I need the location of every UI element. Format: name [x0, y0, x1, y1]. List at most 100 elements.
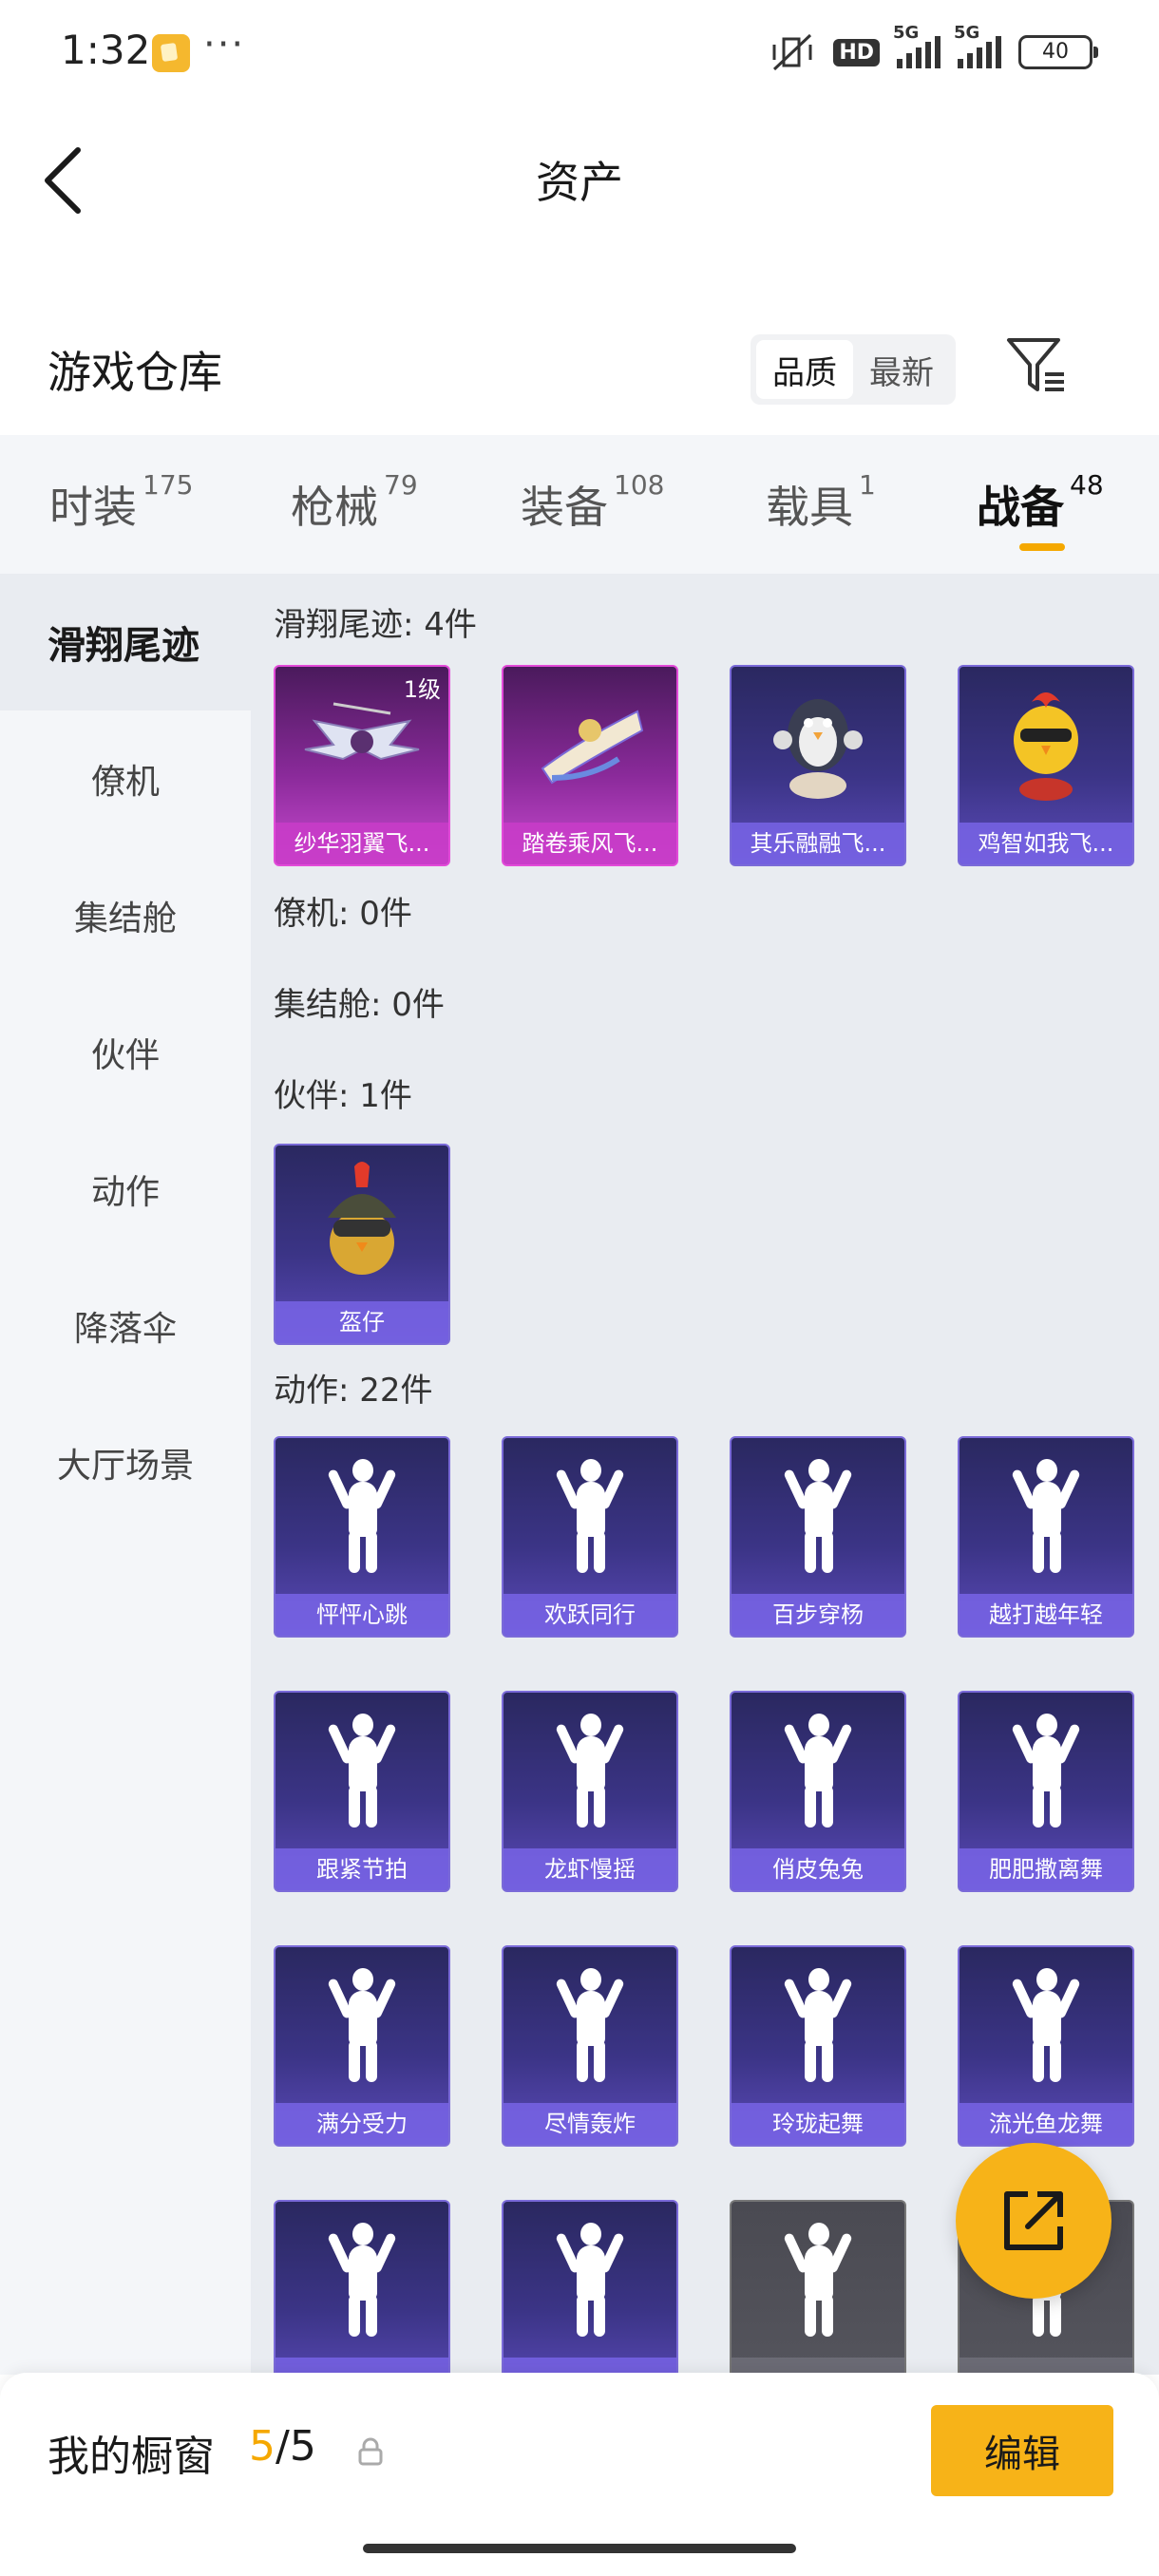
- dancer-figure-art: [276, 1438, 448, 1594]
- status-icons: HD 5G 5G 40: [769, 23, 1098, 76]
- sidebar-item-assembly-pod[interactable]: 集结舱: [0, 847, 251, 984]
- item-name: 跟紧节拍: [276, 1848, 448, 1890]
- dancer-figure-art: [276, 1947, 448, 2103]
- bottom-bar: 我的橱窗 5/5 编辑: [0, 2373, 1159, 2576]
- dancer-figure-art: [732, 1693, 904, 1848]
- dancer-figure-art: [504, 1438, 676, 1594]
- dancer-figure-art: [732, 2202, 904, 2358]
- notification-app-icon: [152, 34, 190, 72]
- item-card[interactable]: 欢跃同行: [502, 1436, 678, 1638]
- item-card[interactable]: 1级 纱华羽翼飞...: [274, 665, 450, 866]
- home-indicator[interactable]: [363, 2544, 796, 2553]
- item-card[interactable]: 尽情轰炸: [502, 1945, 678, 2147]
- hd-badge: HD: [833, 38, 880, 66]
- item-card[interactable]: 盔仔: [274, 1144, 450, 1345]
- item-card[interactable]: [502, 2200, 678, 2375]
- signal-icon-1: 5G: [893, 23, 940, 68]
- tab-label: 战备: [977, 482, 1064, 533]
- chicken-glide-art: [960, 667, 1132, 823]
- funnel-icon: [1007, 338, 1064, 391]
- archer-figure-art: [732, 1438, 904, 1594]
- sidebar-item-glide-trail[interactable]: 滑翔尾迹: [0, 574, 251, 710]
- sidebar-item-emote[interactable]: 动作: [0, 1121, 251, 1258]
- status-time: 1:32: [61, 27, 151, 73]
- item-name: 鸡智如我飞...: [960, 823, 1132, 864]
- sort-quality-button[interactable]: 品质: [756, 340, 853, 399]
- scroll-glide-art: [504, 667, 676, 823]
- sort-newest-button[interactable]: 最新: [853, 340, 950, 399]
- section-title-wingman: 僚机: 0件: [274, 895, 412, 933]
- item-card[interactable]: 龙虾慢摇: [502, 1691, 678, 1892]
- sidebar-item-partner[interactable]: 伙伴: [0, 984, 251, 1121]
- item-name: 玲珑起舞: [732, 2103, 904, 2145]
- item-name: 尽情轰炸: [504, 2103, 676, 2145]
- sort-toggle: 品质 最新: [750, 334, 956, 405]
- showcase-current: 5: [249, 2422, 276, 2471]
- item-card[interactable]: 流光鱼龙舞: [958, 1945, 1134, 2147]
- tab-guns[interactable]: 枪械 79: [291, 469, 418, 536]
- item-card[interactable]: 百步穿杨: [730, 1436, 906, 1638]
- item-name: 满分受力: [276, 2103, 448, 2145]
- dancer-figure-art: [504, 2202, 676, 2358]
- battery-icon: 40: [1018, 35, 1098, 69]
- edit-button[interactable]: 编辑: [931, 2405, 1113, 2496]
- lock-icon: [358, 2437, 383, 2466]
- showcase-total: /5: [276, 2422, 316, 2471]
- item-card[interactable]: 越打越年轻: [958, 1436, 1134, 1638]
- tab-label: 枪械: [291, 482, 378, 533]
- item-card[interactable]: 其乐融融飞...: [730, 665, 906, 866]
- item-name: 俏皮兔兔: [732, 1848, 904, 1890]
- dancer-figure-art: [276, 2202, 448, 2358]
- section-title-partner: 伙伴: 1件: [274, 1077, 412, 1115]
- item-card[interactable]: 玲珑起舞: [730, 1945, 906, 2147]
- item-card[interactable]: 踏卷乘风飞...: [502, 665, 678, 866]
- sidebar-item-lobby-scene[interactable]: 大厅场景: [0, 1394, 251, 1531]
- item-card[interactable]: [274, 2200, 450, 2375]
- item-name: 欢跃同行: [504, 1594, 676, 1636]
- item-name: 肥肥撒离舞: [960, 1848, 1132, 1890]
- item-name: 流光鱼龙舞: [960, 2103, 1132, 2145]
- dancer-figure-art: [960, 1693, 1132, 1848]
- status-bar: 1:32 ··· HD 5G 5G 40: [0, 0, 1159, 104]
- item-name: 纱华羽翼飞...: [276, 823, 448, 864]
- share-button[interactable]: [956, 2143, 1112, 2299]
- tab-count: 79: [384, 469, 418, 501]
- warehouse-title: 游戏仓库: [48, 347, 222, 398]
- item-name: 盔仔: [276, 1301, 448, 1343]
- tab-count: 108: [614, 469, 665, 501]
- item-level: 1级: [403, 676, 441, 703]
- tab-battle-gear[interactable]: 战备 48: [977, 469, 1104, 536]
- item-card[interactable]: 满分受力: [274, 1945, 450, 2147]
- network-type-label: 5G: [893, 23, 920, 43]
- tab-equipment[interactable]: 装备 108: [521, 469, 664, 536]
- filter-icon[interactable]: [1005, 334, 1068, 397]
- tab-count: 1: [859, 469, 876, 501]
- sidebar-item-wingman[interactable]: 僚机: [0, 710, 251, 847]
- tab-label: 载具: [766, 482, 853, 533]
- item-card[interactable]: [730, 2200, 906, 2375]
- tab-fashion[interactable]: 时装 175: [49, 469, 193, 536]
- item-card[interactable]: 跟紧节拍: [274, 1691, 450, 1892]
- tab-vehicles[interactable]: 载具 1: [766, 469, 876, 536]
- item-card[interactable]: 俏皮兔兔: [730, 1691, 906, 1892]
- item-name: 龙虾慢摇: [504, 1848, 676, 1890]
- item-card[interactable]: 肥肥撒离舞: [958, 1691, 1134, 1892]
- showcase-count: 5/5: [249, 2422, 316, 2471]
- tab-count: 48: [1070, 469, 1104, 501]
- showcase-label: 我的橱窗: [48, 2433, 215, 2481]
- dancer-figure-art: [960, 1438, 1132, 1594]
- dancer-figure-art: [732, 1947, 904, 2103]
- tab-label: 装备: [521, 482, 608, 533]
- item-card[interactable]: 怦怦心跳: [274, 1436, 450, 1638]
- more-notifications-icon: ···: [203, 23, 246, 66]
- sidebar-item-parachute[interactable]: 降落伞: [0, 1258, 251, 1394]
- category-tab-bar: 时装 175 枪械 79 装备 108 载具 1 战备 48: [0, 435, 1159, 574]
- item-grid-area: 滑翔尾迹: 4件 1级 纱华羽翼飞... 踏卷乘风飞... 其乐融融飞... 鸡…: [251, 574, 1159, 2375]
- penguin-glide-art: [732, 667, 904, 823]
- item-name: 百步穿杨: [732, 1594, 904, 1636]
- item-card[interactable]: 鸡智如我飞...: [958, 665, 1134, 866]
- helmet-chick-art: [276, 1146, 448, 1301]
- signal-icon-2: 5G: [954, 23, 1001, 68]
- page-title: 资产: [536, 157, 623, 208]
- item-name: 踏卷乘风飞...: [504, 823, 676, 864]
